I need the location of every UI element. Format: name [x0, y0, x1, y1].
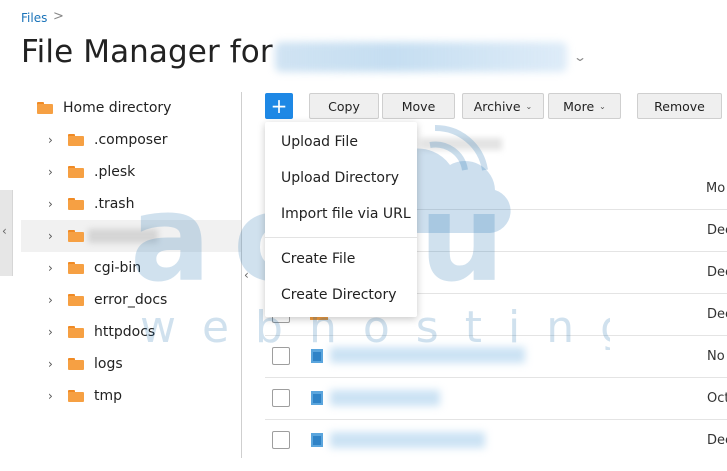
row-modified: Oct	[707, 391, 727, 406]
row-divider	[265, 335, 727, 336]
file-name-redacted[interactable]	[330, 347, 525, 363]
tree-item-label: .plesk	[94, 164, 136, 180]
folder-icon	[68, 294, 84, 306]
row-modified: Dec	[707, 223, 727, 238]
chevron-right-icon[interactable]: ›	[48, 229, 58, 243]
move-button-label: Move	[401, 98, 436, 114]
tree-item-selected[interactable]: ›	[21, 220, 241, 252]
folder-icon	[68, 134, 84, 146]
row-modified: Dec	[707, 265, 727, 280]
tree-item-label: httpdocs	[94, 324, 156, 340]
add-menu: Upload File Upload Directory Import file…	[265, 122, 417, 317]
row-modified: Dec	[707, 307, 727, 322]
tree-item-label: .composer	[94, 132, 168, 148]
folder-icon	[68, 358, 84, 370]
current-path-redacted	[420, 138, 502, 150]
file-name-redacted[interactable]	[330, 432, 485, 448]
row-checkbox[interactable]	[272, 347, 290, 365]
menu-upload-directory[interactable]: Upload Directory	[281, 170, 399, 186]
tree-item[interactable]: › logs	[21, 348, 241, 380]
tree-item[interactable]: › .plesk	[21, 156, 241, 188]
folder-icon	[68, 230, 84, 242]
modified-column-header[interactable]: Mo	[706, 181, 725, 196]
chevron-right-icon[interactable]: ›	[48, 389, 58, 403]
row-checkbox[interactable]	[272, 389, 290, 407]
folder-icon	[68, 390, 84, 402]
row-divider	[265, 419, 727, 420]
more-button[interactable]: More ⌄	[548, 93, 621, 119]
file-icon	[311, 433, 323, 447]
move-button[interactable]: Move	[382, 93, 455, 119]
tree-item-label: tmp	[94, 388, 123, 404]
more-button-label: More	[563, 98, 595, 114]
row-checkbox[interactable]	[272, 431, 290, 449]
chevron-right-icon[interactable]: ›	[48, 133, 58, 147]
tree-item[interactable]: › .trash	[21, 188, 241, 220]
menu-create-file[interactable]: Create File	[281, 251, 355, 267]
archive-button[interactable]: Archive ⌄	[462, 93, 544, 119]
row-modified: No	[707, 349, 725, 364]
chevron-right-icon[interactable]: ›	[48, 325, 58, 339]
menu-create-directory[interactable]: Create Directory	[281, 287, 397, 303]
chevron-right-icon[interactable]: ›	[48, 261, 58, 275]
menu-divider	[265, 237, 417, 238]
file-icon	[311, 391, 323, 405]
tree-item[interactable]: › httpdocs	[21, 316, 241, 348]
archive-button-label: Archive	[473, 98, 521, 114]
chevron-right-icon[interactable]: ›	[48, 197, 58, 211]
folder-icon	[37, 102, 53, 114]
chevron-left-icon[interactable]: ‹	[2, 224, 7, 238]
file-name-redacted[interactable]	[330, 390, 440, 406]
folder-icon	[68, 166, 84, 178]
tree-item[interactable]: › .composer	[21, 124, 241, 156]
remove-button-label: Remove	[654, 98, 705, 114]
collapse-tree-chevron-icon[interactable]: ‹	[244, 268, 249, 282]
breadcrumb-files-link[interactable]: Files	[21, 11, 47, 25]
tree-item[interactable]: › error_docs	[21, 284, 241, 316]
domain-name-redacted[interactable]	[275, 42, 567, 72]
page-title: File Manager for	[21, 34, 273, 70]
file-icon	[311, 349, 323, 363]
domain-chevron-down-icon[interactable]: ⌄	[573, 50, 587, 64]
chevron-down-icon: ⌄	[525, 101, 533, 111]
row-divider	[265, 377, 727, 378]
chevron-right-icon[interactable]: ›	[48, 293, 58, 307]
tree-item-label: logs	[94, 356, 123, 372]
tree-item-label-redacted	[88, 229, 158, 243]
menu-import-url[interactable]: Import file via URL	[281, 206, 411, 222]
tree-item-label: Home directory	[63, 100, 172, 116]
chevron-right-icon[interactable]: ›	[48, 357, 58, 371]
tree-item-label: cgi-bin	[94, 260, 142, 276]
chevron-right-icon[interactable]: ›	[48, 165, 58, 179]
row-modified: Dec	[707, 433, 727, 448]
tree-item[interactable]: › tmp	[21, 380, 241, 412]
tree-item-home[interactable]: Home directory	[21, 92, 241, 124]
chevron-down-icon: ⌄	[599, 101, 606, 111]
copy-button-label: Copy	[328, 98, 360, 114]
folder-icon	[68, 326, 84, 338]
add-button[interactable]: +	[265, 93, 293, 119]
folder-icon	[68, 262, 84, 274]
copy-button[interactable]: Copy	[309, 93, 379, 119]
tree-item-label: .trash	[94, 196, 135, 212]
tree-item-label: error_docs	[94, 292, 168, 308]
panel-divider[interactable]	[241, 92, 242, 458]
folder-icon	[68, 198, 84, 210]
breadcrumb-separator-icon: >	[53, 9, 64, 24]
menu-upload-file[interactable]: Upload File	[281, 134, 358, 150]
remove-button[interactable]: Remove	[637, 93, 722, 119]
tree-item[interactable]: › cgi-bin	[21, 252, 241, 284]
